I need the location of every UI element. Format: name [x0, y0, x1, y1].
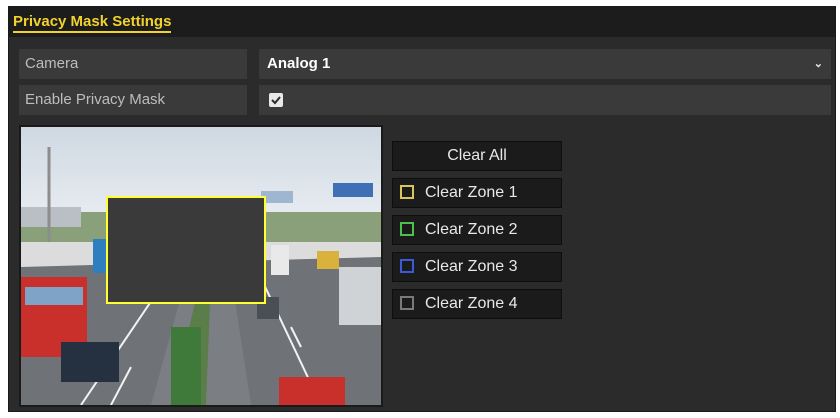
enable-privacy-mask-checkbox[interactable] [269, 93, 283, 107]
checkmark-icon [271, 96, 281, 105]
camera-select-value: Analog 1 [267, 55, 331, 72]
zone-4-color-swatch [400, 296, 414, 310]
camera-label: Camera [19, 49, 247, 79]
page-title: Privacy Mask Settings [13, 13, 172, 33]
clear-zone-2-button[interactable]: Clear Zone 2 [392, 215, 562, 245]
enable-privacy-mask-row: Enable Privacy Mask [19, 85, 831, 115]
clear-all-button[interactable]: Clear All [392, 141, 562, 171]
camera-select[interactable]: Analog 1 ⌄ [259, 49, 831, 79]
chevron-down-icon[interactable]: ⌄ [814, 49, 823, 79]
camera-preview[interactable] [19, 125, 383, 407]
zone-2-color-swatch [400, 222, 414, 236]
clear-zone-1-label: Clear Zone 1 [425, 184, 518, 201]
clear-zone-4-label: Clear Zone 4 [425, 295, 518, 312]
zone-3-color-swatch [400, 259, 414, 273]
clear-zone-4-button[interactable]: Clear Zone 4 [392, 289, 562, 319]
clear-zone-3-button[interactable]: Clear Zone 3 [392, 252, 562, 282]
clear-zone-2-label: Clear Zone 2 [425, 221, 518, 238]
privacy-mask-panel: Privacy Mask Settings Camera Analog 1 ⌄ … [8, 6, 836, 412]
enable-privacy-mask-field [259, 85, 831, 115]
clear-zone-3-label: Clear Zone 3 [425, 258, 518, 275]
camera-preview-image [21, 127, 381, 405]
clear-zone-1-button[interactable]: Clear Zone 1 [392, 178, 562, 208]
privacy-mask-zone-1[interactable] [106, 196, 266, 304]
enable-privacy-mask-label: Enable Privacy Mask [19, 85, 247, 115]
zone-1-color-swatch [400, 185, 414, 199]
title-bar: Privacy Mask Settings [9, 7, 835, 37]
camera-row: Camera Analog 1 ⌄ [19, 49, 831, 79]
